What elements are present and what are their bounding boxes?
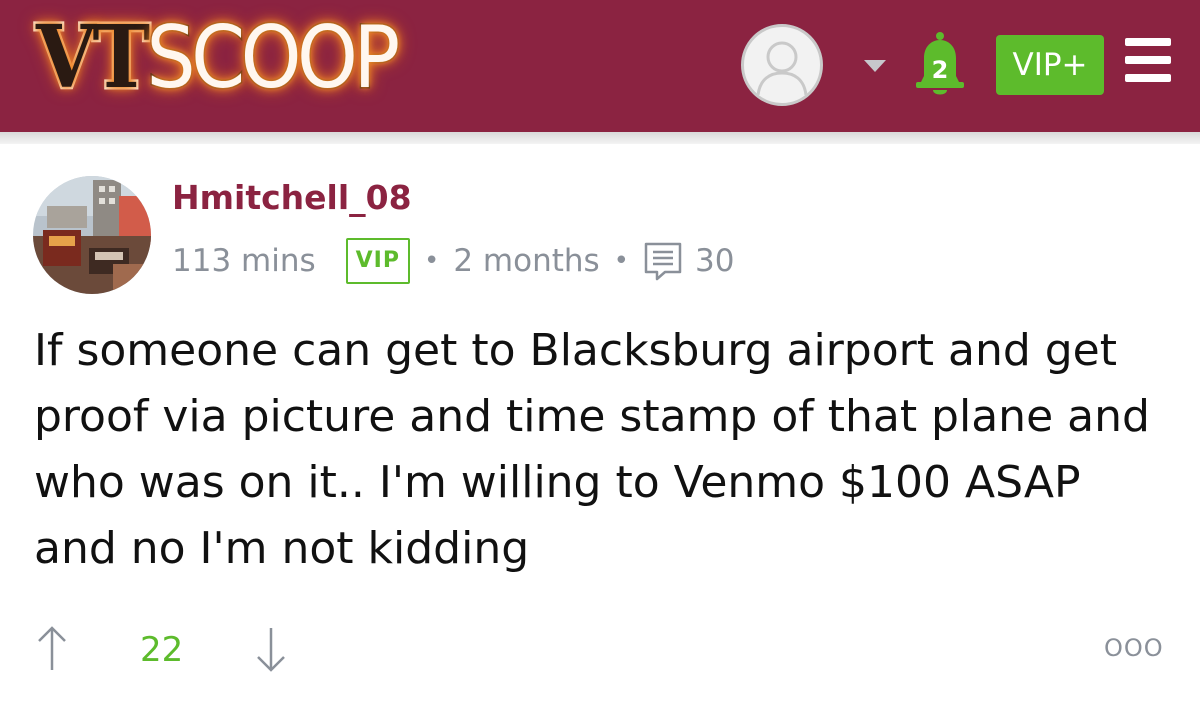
post-author-username[interactable]: Hmitchell_08 xyxy=(172,178,412,217)
time-on-site: 113 mins xyxy=(172,243,316,279)
vip-badge: VIP xyxy=(345,238,410,284)
logo-vt-text: VT xyxy=(34,7,153,108)
avatar-photo xyxy=(33,176,151,294)
vote-count: 22 xyxy=(140,630,184,670)
chevron-down-icon[interactable] xyxy=(862,58,888,74)
meta-separator-dot: • xyxy=(613,246,630,276)
post-body-text: If someone can get to Blacksburg airport… xyxy=(34,325,1150,574)
post-meta: 113 mins VIP • 2 months • 30 xyxy=(172,236,734,286)
user-silhouette-icon xyxy=(756,41,808,96)
site-header: VT SCOOP 2 VIP+ xyxy=(0,0,1200,132)
notification-count: 2 xyxy=(931,56,949,84)
header-divider xyxy=(0,132,1200,144)
user-avatar-button[interactable] xyxy=(741,24,823,106)
more-options-button[interactable]: OOO xyxy=(1104,634,1164,662)
member-age: 2 months xyxy=(453,243,600,279)
menu-bar xyxy=(1125,56,1171,64)
vtscoop-logo[interactable]: VT SCOOP xyxy=(34,7,402,108)
menu-bar xyxy=(1125,38,1171,46)
vip-plus-button[interactable]: VIP+ xyxy=(996,35,1104,95)
post-author-avatar[interactable] xyxy=(33,176,151,294)
logo-scoop-text: SCOOP xyxy=(145,8,401,108)
comment-count[interactable]: 30 xyxy=(695,243,734,279)
arrow-up-icon[interactable] xyxy=(33,624,71,674)
notifications-button[interactable]: 2 xyxy=(910,30,970,100)
comment-icon xyxy=(644,242,682,281)
hamburger-menu-icon[interactable] xyxy=(1125,38,1171,82)
meta-separator-dot: • xyxy=(423,246,440,276)
menu-bar xyxy=(1125,74,1171,82)
arrow-down-icon[interactable] xyxy=(252,624,290,674)
